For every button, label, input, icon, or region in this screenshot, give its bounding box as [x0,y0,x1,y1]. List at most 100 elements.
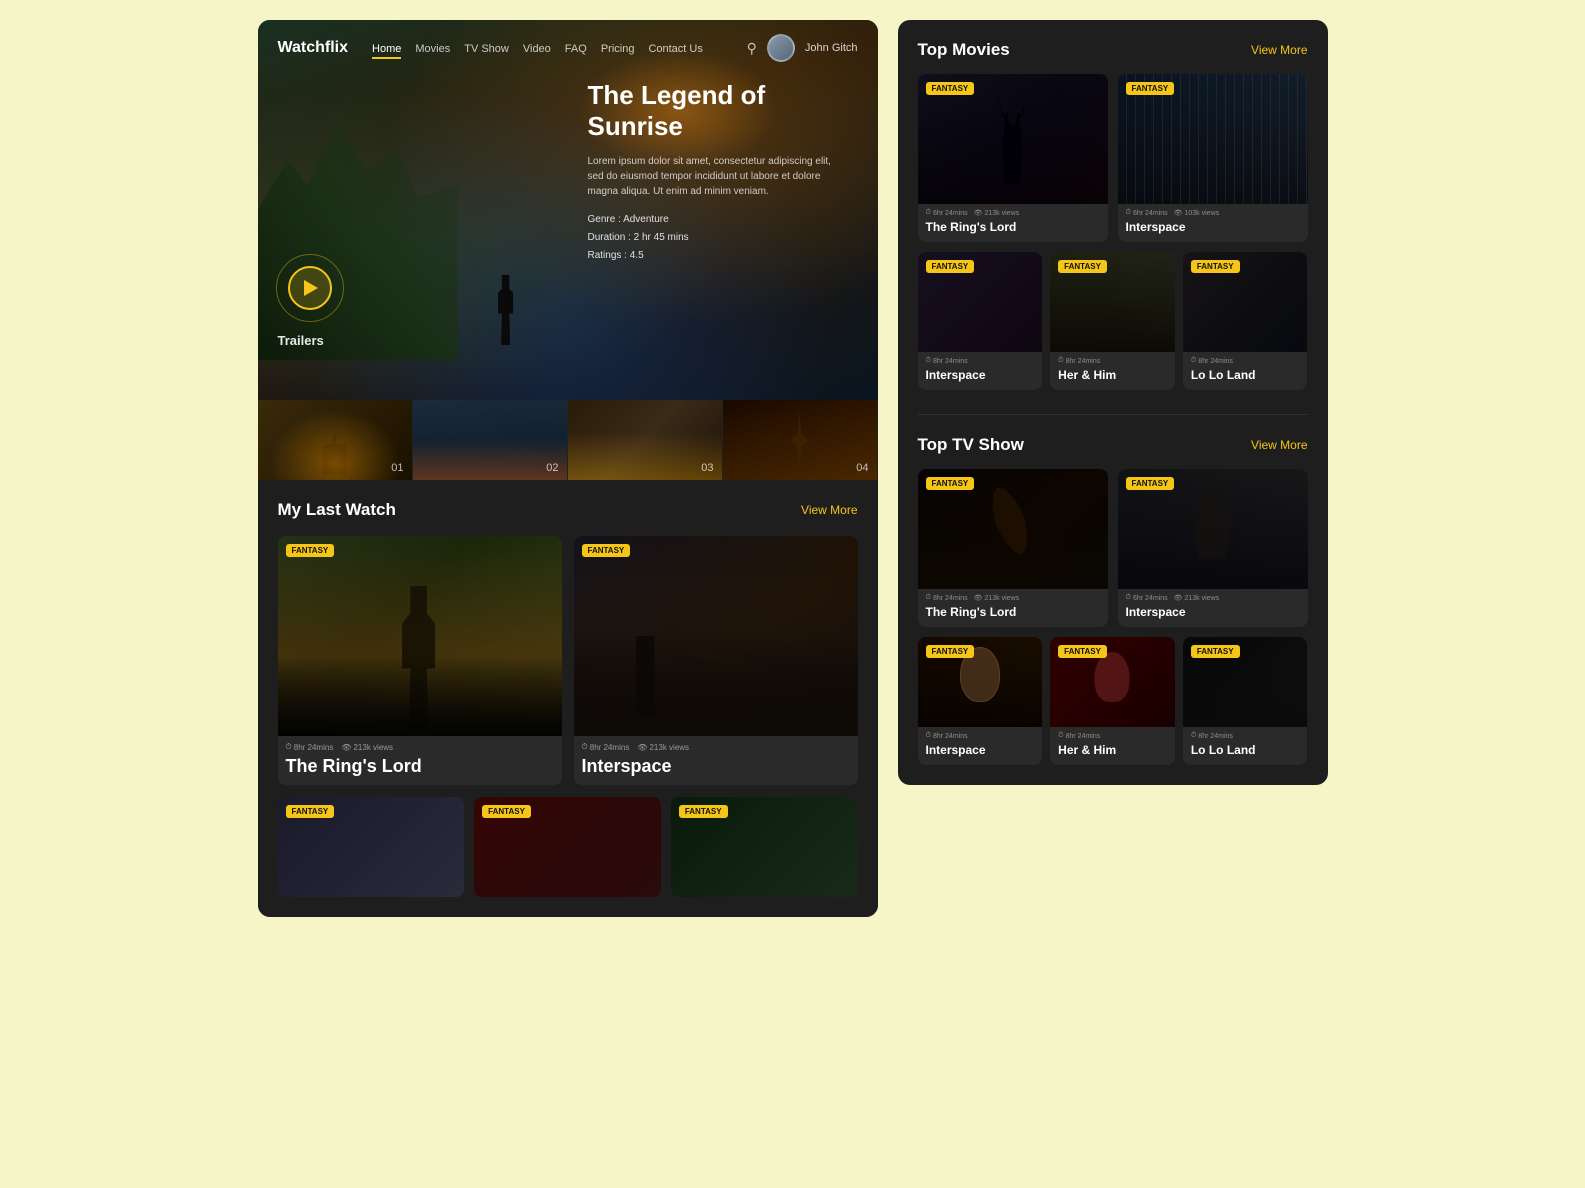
trailers-label: Trailers [278,333,324,348]
top-movie-card-3-image: Fantasy [918,252,1043,352]
last-watch-card-2-title: Interspace [582,756,850,777]
my-last-watch-title: My Last Watch [278,500,396,520]
tv-card-3[interactable]: Fantasy ⏱ 8hr 24mins Interspace [918,637,1043,765]
top-movies-title: Top Movies [918,40,1010,60]
tv-card-5-image: Fantasy [1183,637,1308,727]
trailer-2[interactable]: 02 [413,400,568,480]
hero-duration: Duration : 2 hr 45 mins [588,229,848,247]
nav-item-video[interactable]: Video [523,39,551,57]
last-watch-card-2[interactable]: Fantasy 8hr 24mins 213k views Interspace [574,536,858,785]
top-movies-view-more[interactable]: View More [1251,43,1307,57]
nav-link-video[interactable]: Video [523,43,551,55]
tv-card-4[interactable]: Fantasy ⏱ 8hr 24mins Her & Him [1050,637,1175,765]
trailer-3-glow [568,432,722,480]
username-label: John Gitch [805,42,858,54]
trailer-1-glow [258,400,412,480]
top-movie-card-5[interactable]: Fantasy ⏱ 8hr 24mins Lo Lo Land [1183,252,1308,390]
top-movie-card-3[interactable]: Fantasy ⏱ 8hr 24mins Interspace [918,252,1043,390]
tv-card-2[interactable]: Fantasy ⏱ 6hr 24mins 👁 213k views Inters… [1118,469,1308,627]
top-movie-card-1-duration: ⏱ 6hr 24mins [926,209,968,217]
user-avatar[interactable] [767,34,795,62]
top-movie-card-2-duration: ⏱ 6hr 24mins [1126,209,1168,217]
last-watch-card-1-image: Fantasy [278,536,562,736]
top-movie-card-2-meta: ⏱ 6hr 24mins 👁 103k views [1126,209,1300,217]
tv-card-5-badge: Fantasy [1191,645,1240,658]
trailer-2-bg [413,400,567,480]
top-movie-card-4[interactable]: Fantasy ⏱ 8hr 24mins Her & Him [1050,252,1175,390]
top-movie-card-3-badge: Fantasy [926,260,975,273]
last-watch-card-2-badge: Fantasy [582,544,631,557]
nav-item-pricing[interactable]: Pricing [601,39,635,57]
trailer-1-bg [258,400,412,480]
search-icon[interactable]: ⚲ [747,40,757,57]
tv-card-3-meta: ⏱ 8hr 24mins [926,732,1035,740]
nav-link-home[interactable]: Home [372,43,401,59]
tv-card-2-meta: ⏱ 6hr 24mins 👁 213k views [1126,594,1300,602]
top-tv-view-more[interactable]: View More [1251,438,1307,452]
top-movie-card-3-info: ⏱ 8hr 24mins Interspace [918,352,1043,390]
top-movie-card-4-meta: ⏱ 8hr 24mins [1058,357,1167,365]
trailer-3[interactable]: 03 [568,400,723,480]
top-movie-card-5-title: Lo Lo Land [1191,368,1300,382]
top-movie-card-2-title: Interspace [1126,220,1300,234]
nav-item-faq[interactable]: FAQ [565,39,587,57]
top-tv-title: Top TV Show [918,435,1024,455]
nav-link-pricing[interactable]: Pricing [601,43,635,55]
tv-card-5-meta: ⏱ 8hr 24mins [1191,732,1300,740]
top-movie-card-2-image: Fantasy [1118,74,1308,204]
top-movie-card-5-image: Fantasy [1183,252,1308,352]
tv-card-2-image: Fantasy [1118,469,1308,589]
last-watch-card-1-info: 8hr 24mins 213k views The Ring's Lord [278,736,562,785]
last-watch-card-1[interactable]: Fantasy 8hr 24mins 213k views The Ring's… [278,536,562,785]
top-movie-card-1-badge: Fantasy [926,82,975,95]
tv-card-5-title: Lo Lo Land [1191,743,1300,757]
nav-link-contact[interactable]: Contact Us [648,43,702,55]
last-watch-bottom-card-2[interactable]: Fantasy [474,797,661,897]
tv-card-1-duration: ⏱ 8hr 24mins [926,594,968,602]
tv-card-3-info: ⏱ 8hr 24mins Interspace [918,727,1043,765]
top-movie-card-3-duration: ⏱ 8hr 24mins [926,357,968,365]
top-movie-card-2[interactable]: Fantasy ⏱ 6hr 24mins 👁 103k views Inters… [1118,74,1308,242]
last-watch-card-1-gradient [278,656,562,736]
trailer-4[interactable]: 04 [723,400,878,480]
nav-link-movies[interactable]: Movies [415,43,450,55]
top-movie-card-1-info: ⏱ 6hr 24mins 👁 213k views The Ring's Lor… [918,204,1108,242]
nav-link-tvshow[interactable]: TV Show [464,43,509,55]
nav-item-contact[interactable]: Contact Us [648,39,702,57]
trailer-2-sunset [413,440,567,480]
tv-card-1[interactable]: Fantasy ⏱ 8hr 24mins 👁 213k views The Ri… [918,469,1108,627]
trailer-4-tint [723,400,877,480]
top-movies-row1: Fantasy ⏱ 6hr 24mins 👁 213k views The Ri… [918,74,1308,242]
tv-card-4-meta: ⏱ 8hr 24mins [1058,732,1167,740]
last-watch-bottom-badge-2: Fantasy [482,805,531,818]
trailer-1-num: 01 [391,462,403,474]
nav-item-home[interactable]: Home [372,39,401,57]
hero-section: Watchflix Home Movies TV Show Video FAQ … [258,20,878,400]
eye-icon-2 [637,743,647,752]
hero-genre: Genre : Adventure [588,211,848,229]
top-movie-card-4-image: Fantasy [1050,252,1175,352]
last-watch-card-1-badge: Fantasy [286,544,335,557]
last-watch-card-1-duration: 8hr 24mins [286,742,334,752]
trailer-1[interactable]: 01 [258,400,413,480]
top-movie-card-1[interactable]: Fantasy ⏱ 6hr 24mins 👁 213k views The Ri… [918,74,1108,242]
last-watch-card-2-info: 8hr 24mins 213k views Interspace [574,736,858,785]
top-tv-row1: Fantasy ⏱ 8hr 24mins 👁 213k views The Ri… [918,469,1308,627]
hero-ratings: Ratings : 4.5 [588,247,848,265]
nav-item-tvshow[interactable]: TV Show [464,39,509,57]
play-button[interactable] [288,266,332,310]
last-watch-bottom-card-3[interactable]: Fantasy [671,797,858,897]
nav-item-movies[interactable]: Movies [415,39,450,57]
top-movie-card-1-title: The Ring's Lord [926,220,1100,234]
nav-link-faq[interactable]: FAQ [565,43,587,55]
my-last-watch-view-more[interactable]: View More [801,503,857,517]
top-movie-card-1-meta: ⏱ 6hr 24mins 👁 213k views [926,209,1100,217]
tv-card-5[interactable]: Fantasy ⏱ 8hr 24mins Lo Lo Land [1183,637,1308,765]
top-movie-card-3-meta: ⏱ 8hr 24mins [926,357,1035,365]
tv-card-1-meta: ⏱ 8hr 24mins 👁 213k views [926,594,1100,602]
right-panel: Top Movies View More Fantasy ⏱ 6hr 24min… [898,20,1328,785]
last-watch-bottom-card-1[interactable]: Fantasy [278,797,465,897]
last-watch-card-2-duration: 8hr 24mins [582,742,630,752]
tv-card-1-image: Fantasy [918,469,1108,589]
last-watch-card-2-views: 213k views [637,742,689,752]
